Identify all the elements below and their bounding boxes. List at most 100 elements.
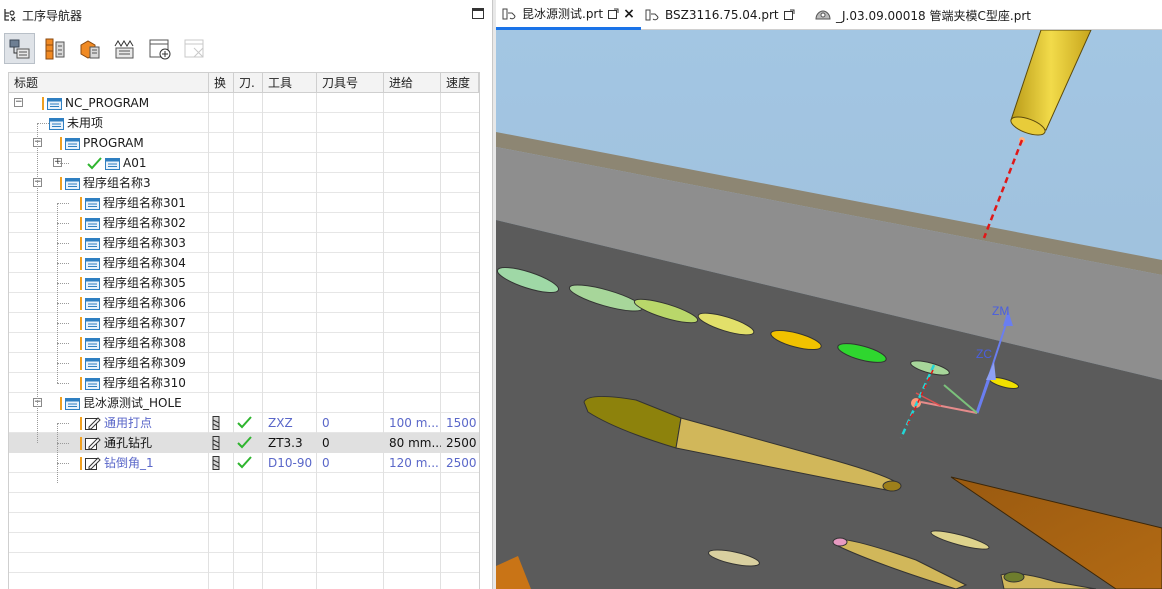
grid-header: 标题 换 刀. 工具 刀具号 进给 速度 [9,73,479,93]
row-title-cell: 昆冰源测试_HOLE [60,393,182,413]
status-cell [234,413,263,433]
tool-change-icon [212,436,220,450]
operation-grid: 标题 换 刀. 工具 刀具号 进给 速度 − NC_PROGRAM 未用项 − PROG… [8,72,480,589]
tree-connector [57,203,58,383]
tree-connector [57,223,69,224]
row-label: 程序组名称301 [103,196,186,210]
tree-connector [57,303,69,304]
operation-row[interactable]: 通用打点 ZXZ 0 100 m... 1500 [9,413,479,433]
row-title-cell: 程序组名称303 [80,233,186,253]
folder-icon [85,277,100,290]
navigator-title: 工序导航器 [22,8,83,23]
document-tabs: 昆冰源测试.prt × BSZ3116.75.04.prt _J.03.09.0… [496,0,1162,30]
row-label: 程序组名称306 [103,296,186,310]
row-title-cell: 程序组名称306 [80,293,186,313]
col-header-feed[interactable]: 进给 [384,73,441,93]
folder-icon [85,197,100,210]
folder-icon [85,377,100,390]
operation-navigator-panel: 工序导航器 标题 换 刀. 工具 刀具号 进给 速度 − NC_PROGRAM … [0,0,493,589]
folder-icon [85,317,100,330]
tree-row[interactable]: 程序组名称304 [9,253,479,273]
close-icon[interactable]: × [623,6,635,22]
tree-connector [57,243,69,244]
tab-j0309[interactable]: _J.03.09.00018 管端夹模C型座.prt [808,0,1037,30]
operation-row[interactable]: 通孔钻孔 ZT3.3 0 80 mm... 2500 [9,433,479,453]
folder-icon [65,137,80,150]
tree-row[interactable]: 程序组名称309 [9,353,479,373]
tree-row[interactable]: 程序组名称303 [9,233,479,253]
folder-icon [105,157,120,170]
row-title-cell: 程序组名称3 [60,173,151,193]
row-label: 程序组名称310 [103,376,186,390]
row-label: 未用项 [67,116,104,130]
machine-tool-view-button[interactable] [39,33,70,64]
tree-row[interactable]: 程序组名称302 [9,213,479,233]
row-title-cell: 程序组名称301 [80,193,186,213]
row-label: 昆冰源测试_HOLE [83,396,182,410]
folder-icon [85,257,100,270]
row-title-cell: 程序组名称309 [80,353,186,373]
row-label: PROGRAM [83,136,144,150]
program-order-view-button[interactable] [4,33,35,64]
maximize-button[interactable] [472,8,484,19]
warning-marker-icon [80,276,82,290]
zc-axis-label: ZC [976,347,992,361]
warning-marker-icon [80,196,82,210]
tree-connector [37,123,38,443]
warning-marker-icon [80,316,82,330]
navigator-icon [4,9,16,22]
tab-label: 昆冰源测试.prt [522,7,604,21]
tree-row[interactable]: 程序组名称307 [9,313,479,333]
row-title-cell: 通用打点 [80,413,152,433]
col-header-tool[interactable]: 工具 [263,73,317,93]
tree-row[interactable]: − PROGRAM [9,133,479,153]
folder-icon [49,117,64,130]
collapse-icon[interactable]: − [14,98,23,107]
part-file-icon [645,9,659,21]
warning-marker-icon [80,296,82,310]
col-header-change[interactable]: 换 [209,73,234,93]
row-label: 程序组名称303 [103,236,186,250]
row-title-cell: A01 [87,153,146,173]
tree-row[interactable]: 程序组名称301 [9,193,479,213]
path-generated-check-icon [237,416,252,429]
machine-tool-icon [45,38,64,59]
tree-row[interactable]: 程序组名称305 [9,273,479,293]
row-title-cell: 未用项 [49,113,103,133]
geometry-view-button[interactable] [74,33,105,64]
machining-method-view-button[interactable] [109,33,140,64]
tool-change-icon [212,416,220,430]
warning-marker-icon [80,336,82,350]
tree-row[interactable]: − 昆冰源测试_HOLE [9,393,479,413]
col-header-title[interactable]: 标题 [9,73,209,93]
delete-program-button[interactable] [179,33,210,64]
row-label: 程序组名称302 [103,216,186,230]
tab-kunbingyuan[interactable]: 昆冰源测试.prt × [496,0,641,30]
speed-cell: 1500 [446,416,477,430]
row-label: 程序组名称3 [83,176,151,190]
tree-row[interactable]: − 程序组名称3 [9,173,479,193]
tree-connector [57,283,69,284]
tree-row[interactable]: 未用项 [9,113,479,133]
folder-icon [85,237,100,250]
col-header-tool-number[interactable]: 刀具号 [317,73,384,93]
operation-row[interactable]: 钻倒角_1 D10-90 0 120 m... 2500 [9,453,479,473]
row-label: NC_PROGRAM [65,96,150,110]
folder-icon [85,217,100,230]
tree-row[interactable]: 程序组名称306 [9,293,479,313]
tree-row[interactable]: 程序组名称308 [9,333,479,353]
tab-bsz3116[interactable]: BSZ3116.75.04.prt [639,0,801,30]
tree-row[interactable]: + A01 [9,153,479,173]
tree-row[interactable]: 程序组名称310 [9,373,479,393]
col-header-path[interactable]: 刀. [234,73,263,93]
speed-cell: 2500 [446,436,477,450]
col-header-speed[interactable]: 速度 [441,73,479,93]
graphics-viewport[interactable]: ZM ZC [496,30,1162,589]
warning-marker-icon [80,436,82,450]
warning-marker-icon [80,456,82,470]
row-title-cell: 程序组名称308 [80,333,186,353]
tree-connector [57,343,69,344]
tree-row[interactable]: − NC_PROGRAM [9,93,479,113]
tree-connector [37,123,49,124]
create-program-button[interactable] [144,33,175,64]
